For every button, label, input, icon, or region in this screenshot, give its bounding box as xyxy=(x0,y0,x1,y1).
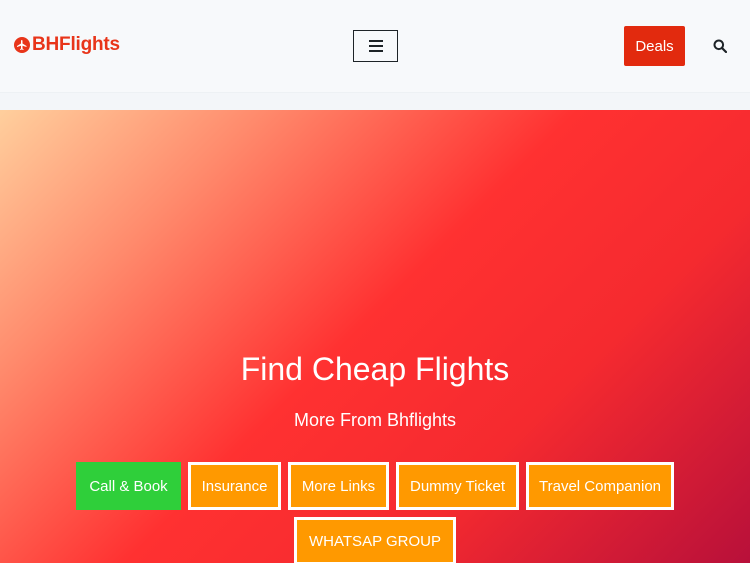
hero-title: Find Cheap Flights xyxy=(240,351,510,387)
plane-icon xyxy=(14,37,30,53)
site-logo[interactable]: BHFlights xyxy=(14,33,120,57)
whatsapp-group-button[interactable]: WHATSAP GROUP xyxy=(294,517,456,563)
dummy-ticket-button[interactable]: Dummy Ticket xyxy=(396,462,519,510)
call-and-book-button[interactable]: Call & Book xyxy=(76,462,181,510)
hero-subtitle: More From Bhflights xyxy=(293,410,457,430)
insurance-button[interactable]: Insurance xyxy=(188,462,281,510)
header-divider xyxy=(0,92,750,110)
site-header: BHFlights Deals xyxy=(0,0,750,92)
more-links-button[interactable]: More Links xyxy=(288,462,389,510)
travel-companion-button[interactable]: Travel Companion xyxy=(526,462,674,510)
menu-toggle-button[interactable] xyxy=(353,30,398,62)
deals-button[interactable]: Deals xyxy=(624,26,685,66)
search-icon xyxy=(713,39,727,53)
hamburger-icon xyxy=(368,40,383,52)
search-button[interactable] xyxy=(710,36,730,56)
logo-text: BHFlights xyxy=(32,34,120,55)
